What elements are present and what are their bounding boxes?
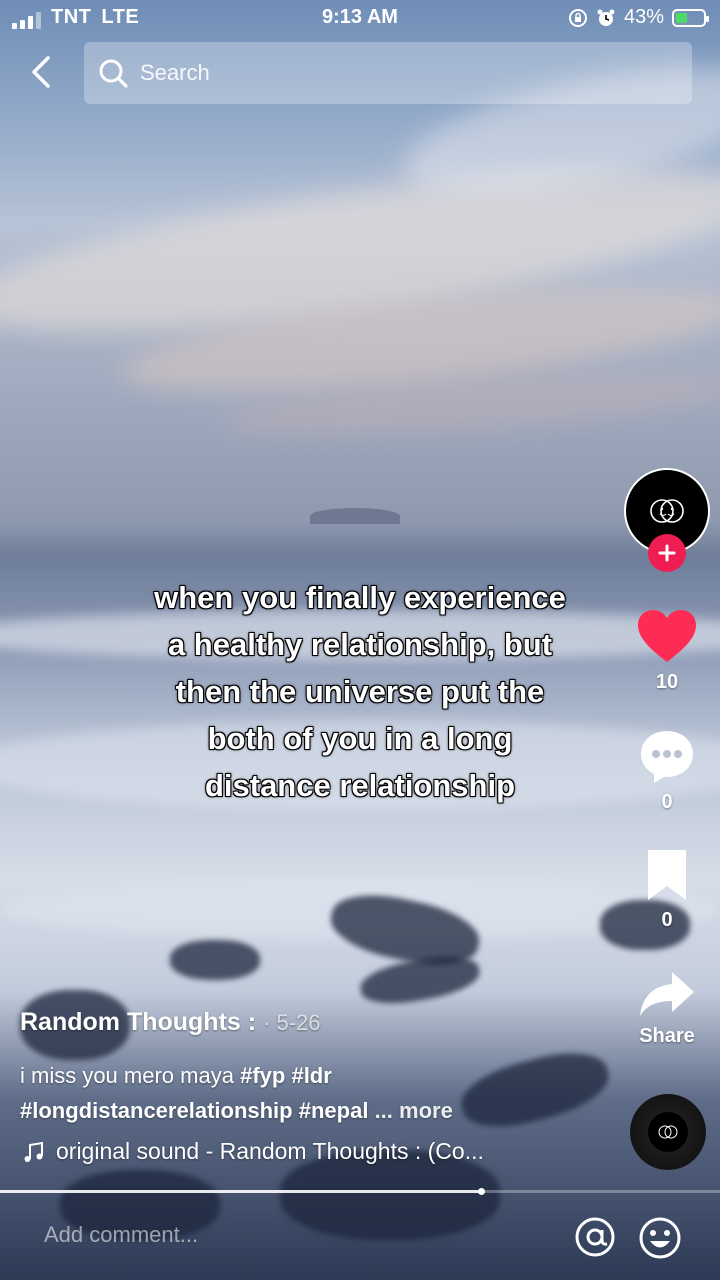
share-arrow-icon	[640, 972, 694, 1016]
caption-line: then the universe put the	[175, 674, 545, 709]
comment-button[interactable]: 0	[630, 728, 704, 814]
island	[310, 508, 400, 524]
more-link[interactable]: ... more	[375, 1098, 453, 1123]
search-icon	[99, 59, 128, 88]
caption-line: distance relationship	[204, 768, 516, 803]
hashtag[interactable]: #longdistancerelationship	[20, 1098, 293, 1123]
lock-rotation-icon	[568, 8, 587, 27]
horizon	[0, 520, 720, 560]
music-note-icon	[24, 1141, 43, 1162]
bookmark-icon	[648, 850, 686, 900]
search-placeholder: Search	[140, 60, 210, 85]
wet-sand	[170, 940, 260, 980]
disc-logo-icon	[658, 1125, 678, 1139]
progress-fill	[0, 1190, 483, 1193]
video-caption: when you finally experience a healthy re…	[110, 574, 610, 809]
emoji-icon[interactable]	[638, 1216, 682, 1260]
sound-title: original sound - Random Thoughts : (Co..…	[56, 1138, 484, 1164]
battery-charging-icon	[672, 8, 709, 27]
hashtag[interactable]: #ldr	[291, 1063, 331, 1088]
back-chevron-icon[interactable]	[22, 52, 62, 92]
alarm-icon	[597, 9, 615, 26]
comment-count: 0	[661, 791, 673, 813]
share-label: Share	[639, 1025, 695, 1047]
hashtag[interactable]: #fyp	[240, 1063, 285, 1088]
sound-disc-cover	[648, 1112, 688, 1152]
status-bar: TNT LTE 9:13 AM 43%	[0, 0, 720, 36]
at-icon[interactable]	[574, 1216, 616, 1258]
save-count: 0	[661, 909, 673, 931]
follow-button[interactable]	[648, 534, 686, 572]
sound-link[interactable]: original sound - Random Thoughts : (Co..…	[22, 1138, 484, 1165]
post-date: · 5-26	[263, 1010, 321, 1035]
save-button[interactable]: 0	[630, 848, 704, 932]
sound-disc[interactable]	[630, 1094, 706, 1170]
caption-line: when you finally experience	[154, 580, 566, 615]
search-bar[interactable]: Search	[84, 42, 692, 104]
battery-percent: 43%	[623, 6, 664, 28]
post-username[interactable]: Random Thoughts : · 5-26	[20, 1008, 321, 1037]
hashtag[interactable]: #nepal	[299, 1098, 369, 1123]
like-count: 10	[655, 671, 679, 693]
description-text: i miss you mero maya	[20, 1063, 234, 1088]
username-text[interactable]: Random Thoughts :	[20, 1008, 256, 1036]
like-button[interactable]: 10	[630, 608, 704, 694]
heart-icon	[638, 610, 696, 662]
comment-input[interactable]: Add comment...	[44, 1222, 198, 1248]
caption-line: both of you in a long	[207, 721, 513, 756]
avatar-logo-icon	[650, 499, 684, 523]
plus-icon	[658, 544, 676, 562]
comment-bubble-icon	[641, 731, 693, 783]
post-description[interactable]: i miss you mero maya #fyp #ldr #longdist…	[20, 1058, 610, 1128]
share-button[interactable]: Share	[630, 970, 704, 1048]
video-progress[interactable]	[0, 1188, 720, 1195]
status-right: 43%	[568, 6, 709, 29]
caption-line: a healthy relationship, but	[167, 627, 553, 662]
